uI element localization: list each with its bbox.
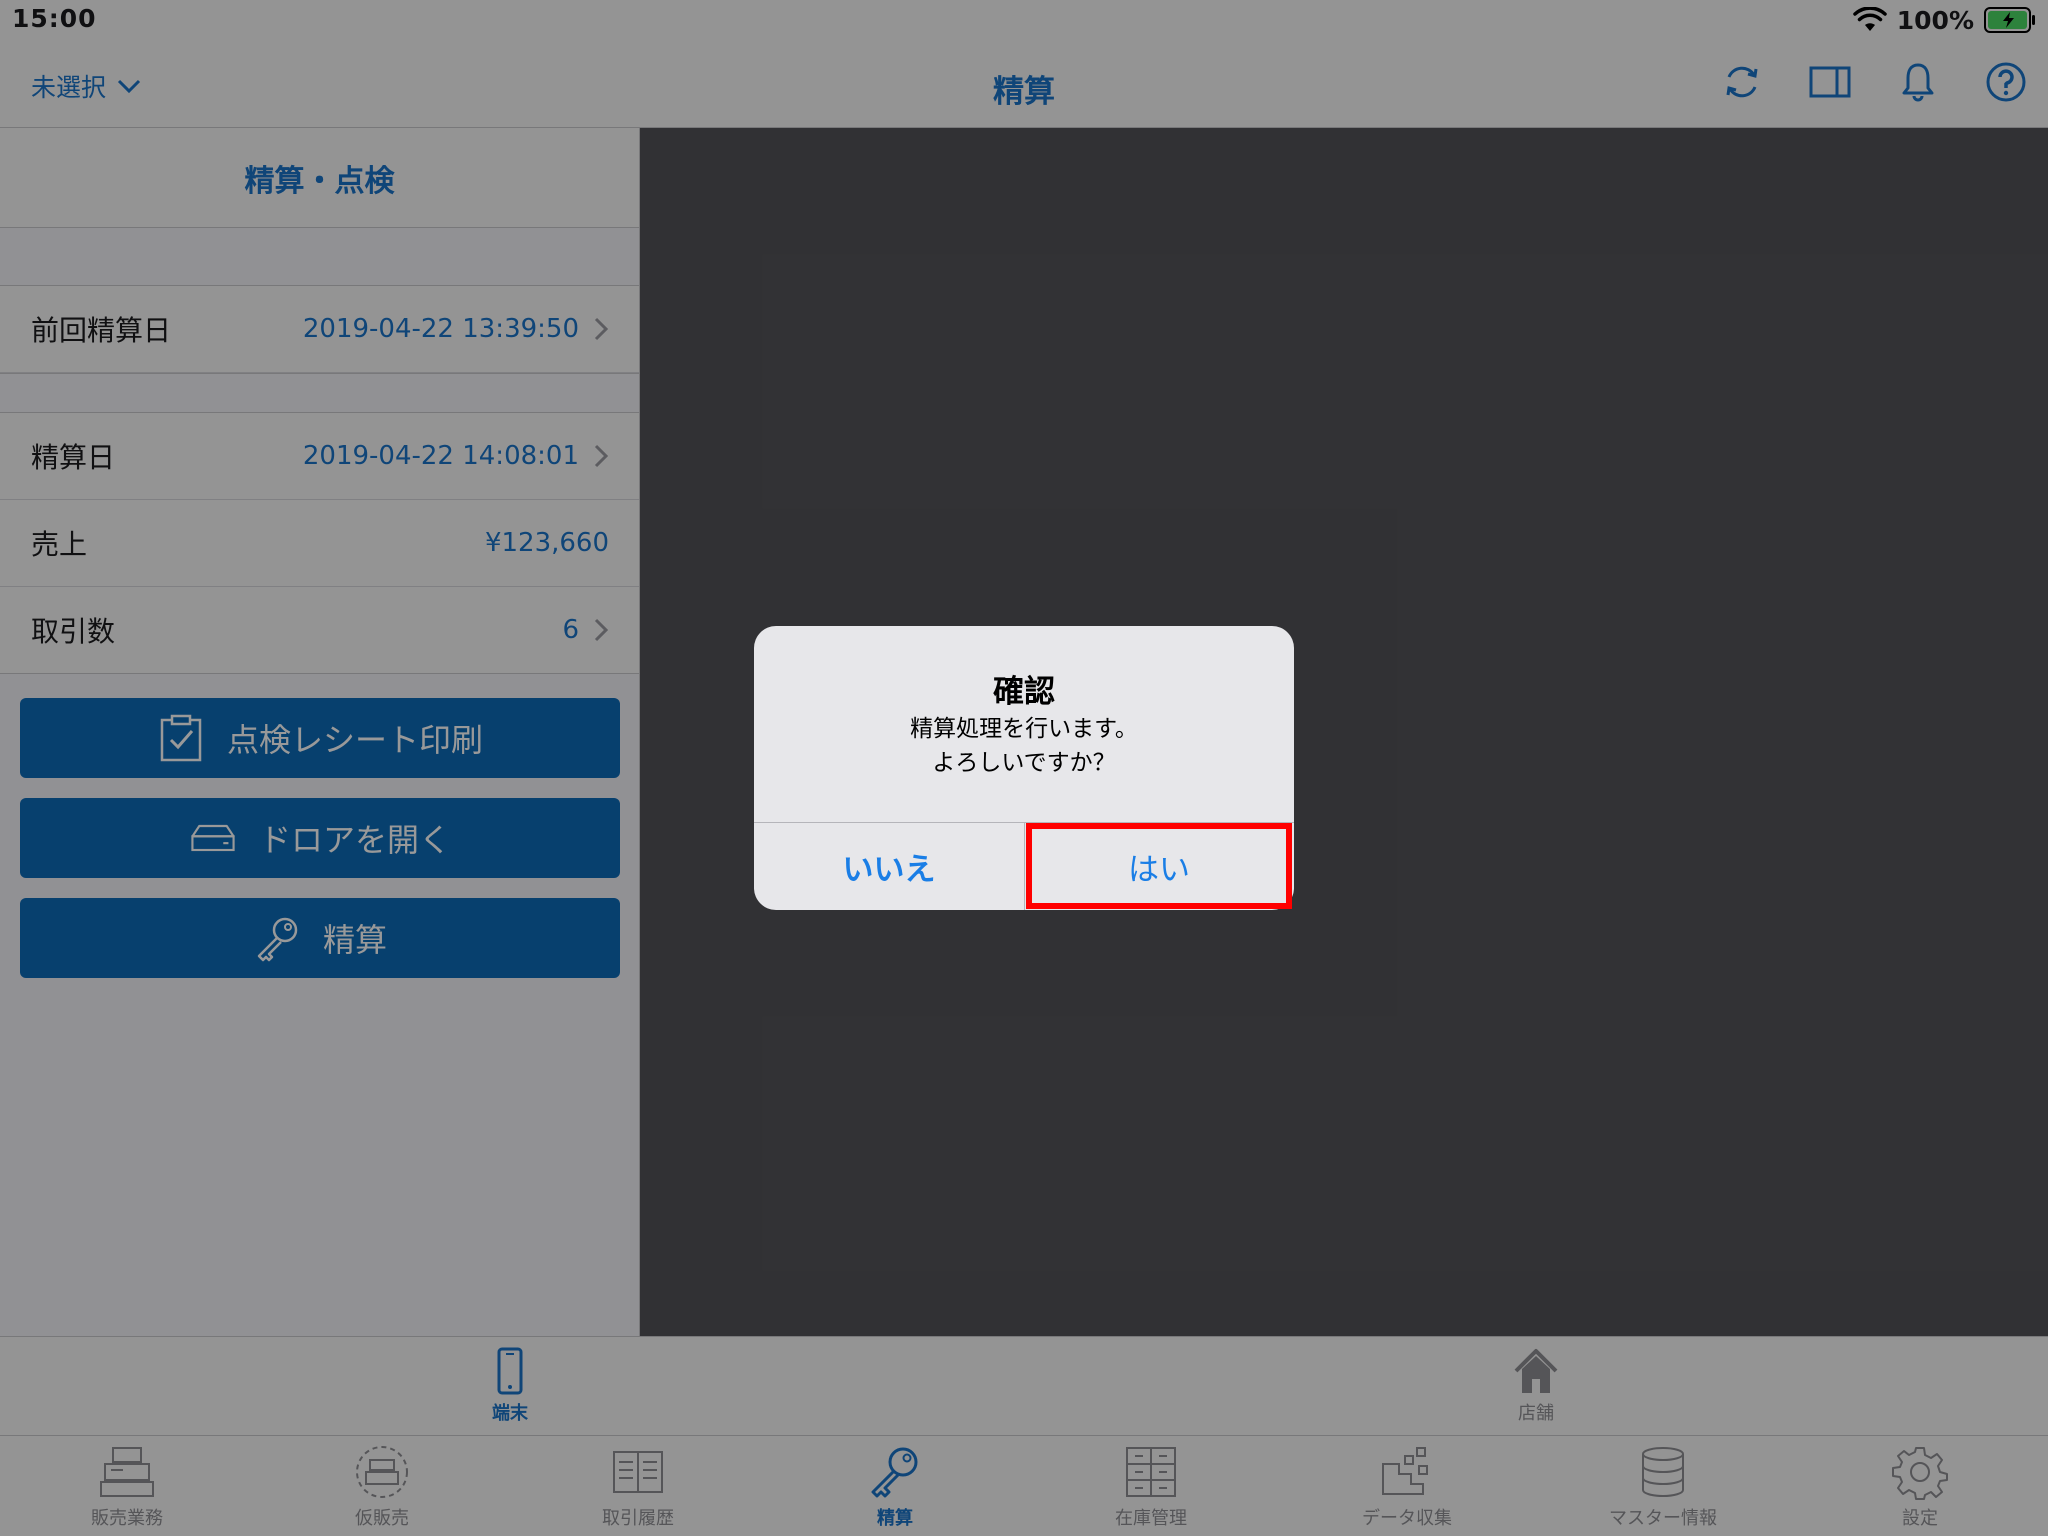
dialog-title: 確認 [993, 674, 1055, 710]
no-button[interactable]: いいえ [754, 823, 1024, 910]
dialog-message-line: よろしいですか？ [932, 750, 1116, 776]
yes-button-highlight [1026, 823, 1292, 909]
dialog-message: 精算処理を行います。 よろしいですか？ [754, 712, 1294, 780]
dialog-message-line: 精算処理を行います。 [910, 716, 1138, 742]
